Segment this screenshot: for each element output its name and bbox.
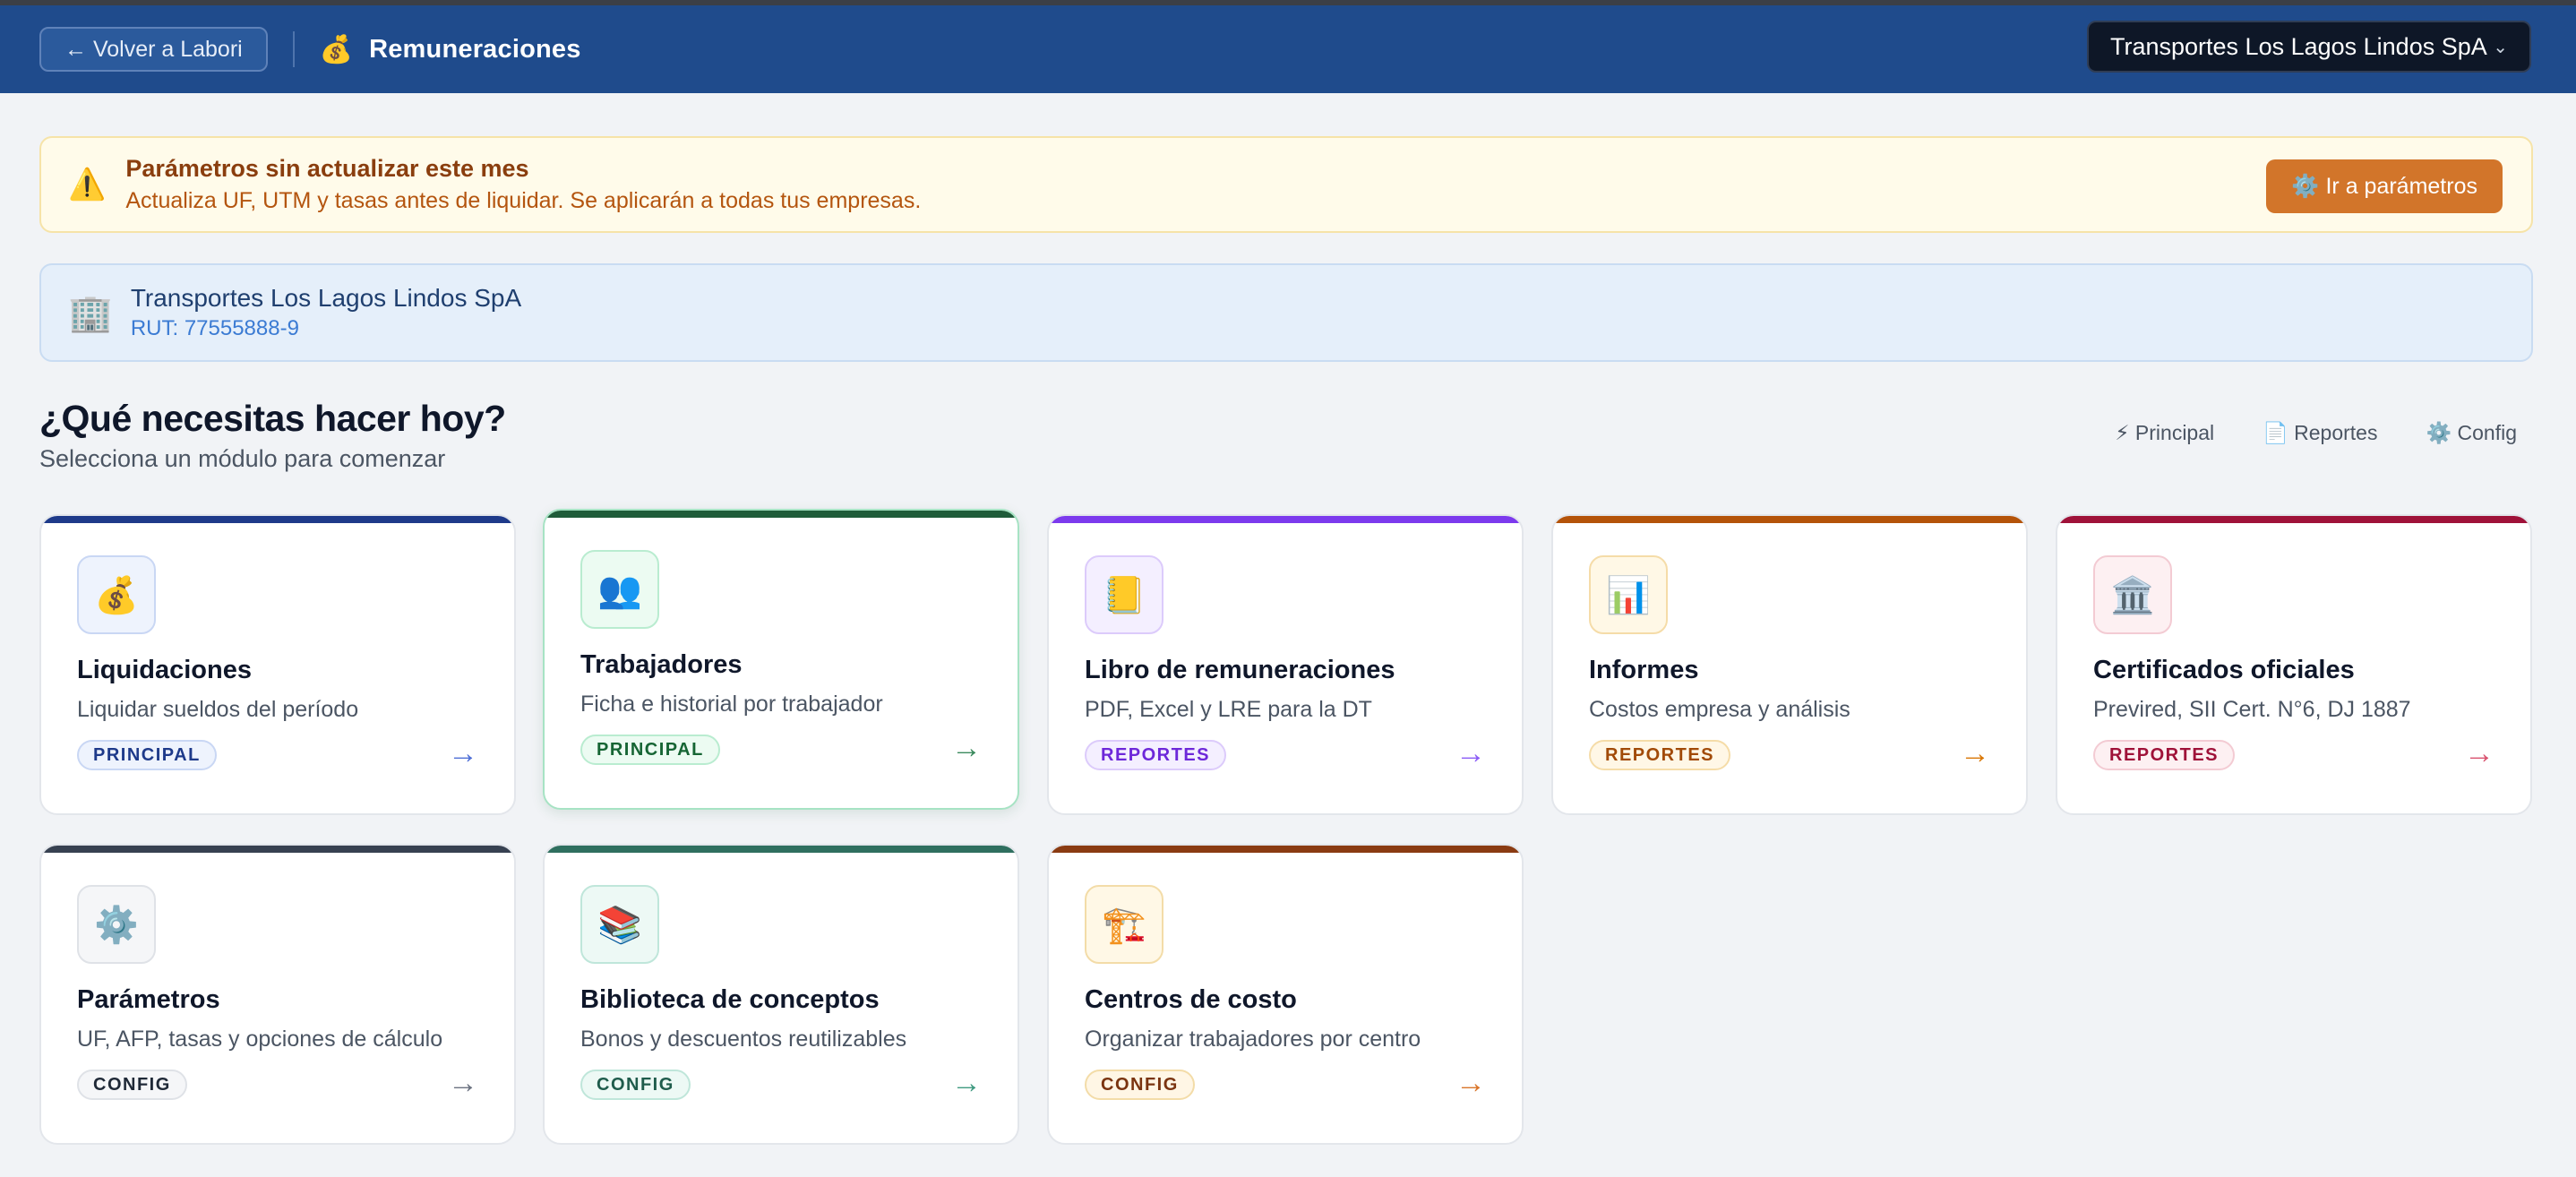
card-description: Organizar trabajadores por centro	[1085, 1027, 1421, 1052]
card-accent-bar	[545, 846, 1018, 853]
money-bag-icon: 💰	[319, 34, 354, 64]
card-description: PDF, Excel y LRE para la DT	[1085, 697, 1372, 722]
money-bag-icon: 💰	[77, 555, 156, 634]
module-card-parametros[interactable]: ⚙️ Parámetros UF, AFP, tasas y opciones …	[39, 844, 516, 1145]
card-title: Informes	[1589, 656, 1699, 684]
module-card-biblioteca[interactable]: 📚 Biblioteca de conceptos Bonos y descue…	[543, 844, 1019, 1145]
company-rut: RUT: 77555888-9	[130, 316, 299, 340]
arrow-right-icon: →	[951, 1066, 982, 1100]
module-card-liquidaciones[interactable]: 💰 Liquidaciones Liquidar sueldos del per…	[39, 514, 516, 815]
card-description: Previred, SII Cert. N°6, DJ 1887	[2093, 697, 2411, 722]
card-description: Liquidar sueldos del período	[77, 697, 359, 722]
card-title: Parámetros	[77, 985, 220, 1014]
card-tag: CONFIG	[77, 1070, 187, 1100]
card-accent-bar	[41, 846, 514, 853]
warning-icon: ⚠️	[68, 168, 107, 202]
card-accent-bar	[1049, 846, 1522, 853]
card-title: Trabajadores	[580, 650, 743, 679]
arrow-right-icon: →	[1960, 736, 1990, 770]
card-description: UF, AFP, tasas y opciones de cálculo	[77, 1027, 443, 1052]
card-title: Biblioteca de conceptos	[580, 985, 880, 1014]
filter-principal[interactable]: ⚡ Principal	[2115, 421, 2214, 445]
card-accent-bar	[41, 516, 514, 523]
books-icon: 📚	[580, 885, 659, 964]
arrow-right-icon: →	[448, 1066, 478, 1100]
go-to-parameters-button[interactable]: ⚙️ Ir a parámetros	[2266, 159, 2503, 213]
module-card-libro-remuneraciones[interactable]: 📒 Libro de remuneraciones PDF, Excel y L…	[1047, 514, 1524, 815]
company-name: Transportes Los Lagos Lindos SpA	[130, 284, 522, 312]
current-company-card: 🏢 Transportes Los Lagos Lindos SpA RUT: …	[39, 263, 2533, 362]
crane-icon: 🏗️	[1085, 885, 1163, 964]
card-title: Certificados oficiales	[2093, 656, 2355, 684]
card-tag: PRINCIPAL	[580, 735, 720, 765]
card-tag: PRINCIPAL	[77, 740, 217, 770]
company-selector-value: Transportes Los Lagos Lindos SpA	[2110, 32, 2487, 60]
card-description: Bonos y descuentos reutilizables	[580, 1027, 907, 1052]
arrow-right-icon: →	[1455, 736, 1486, 770]
institution-icon: 🏛️	[2093, 555, 2172, 634]
ledger-icon: 📒	[1085, 555, 1163, 634]
company-selector[interactable]: Transportes Los Lagos Lindos SpA ⌄	[2087, 21, 2531, 73]
arrow-right-icon: →	[951, 731, 982, 765]
card-description: Costos empresa y análisis	[1589, 697, 1850, 722]
card-tag: CONFIG	[1085, 1070, 1195, 1100]
back-label: ← Volver a Labori	[64, 36, 243, 62]
card-title: Libro de remuneraciones	[1085, 656, 1395, 684]
card-accent-bar	[545, 511, 1018, 518]
page-heading: ¿Qué necesitas hacer hoy? Selecciona un …	[39, 398, 506, 473]
back-to-labori-button[interactable]: ← Volver a Labori	[39, 27, 268, 72]
module-card-centros-costo[interactable]: 🏗️ Centros de costo Organizar trabajador…	[1047, 844, 1524, 1145]
module-card-certificados[interactable]: 🏛️ Certificados oficiales Previred, SII …	[2056, 514, 2532, 815]
alert-title: Parámetros sin actualizar este mes	[125, 155, 529, 182]
card-title: Centros de costo	[1085, 985, 1297, 1014]
filter-reportes[interactable]: 📄 Reportes	[2263, 421, 2377, 445]
page-title: ¿Qué necesitas hacer hoy?	[39, 398, 506, 439]
card-tag: REPORTES	[1589, 740, 1731, 770]
arrow-right-icon: →	[2464, 736, 2494, 770]
module-card-trabajadores[interactable]: 👥 Trabajadores Ficha e historial por tra…	[543, 509, 1019, 810]
module-filters: ⚡ Principal 📄 Reportes ⚙️ Config	[2115, 421, 2517, 445]
card-tag: REPORTES	[1085, 740, 1227, 770]
alert-content: Parámetros sin actualizar este mes Actua…	[125, 155, 921, 214]
page-subtitle: Selecciona un módulo para comenzar	[39, 445, 446, 472]
bar-chart-icon: 📊	[1589, 555, 1668, 634]
go-to-parameters-label: ⚙️ Ir a parámetros	[2291, 173, 2477, 199]
gear-icon: ⚙️	[77, 885, 156, 964]
card-description: Ficha e historial por trabajador	[580, 692, 883, 717]
header-divider	[292, 31, 295, 67]
app-title: Remuneraciones	[369, 34, 581, 64]
card-accent-bar	[2057, 516, 2530, 523]
filter-config[interactable]: ⚙️ Config	[2426, 421, 2517, 445]
card-tag: CONFIG	[580, 1070, 691, 1100]
alert-text: Actualiza UF, UTM y tasas antes de liqui…	[125, 188, 922, 213]
arrow-right-icon: →	[1455, 1066, 1486, 1100]
top-bar: ← Volver a Labori 💰 Remuneraciones Trans…	[0, 5, 2576, 93]
card-accent-bar	[1553, 516, 2026, 523]
card-accent-bar	[1049, 516, 1522, 523]
parameters-alert: ⚠️ Parámetros sin actualizar este mes Ac…	[39, 136, 2533, 233]
chevron-down-icon: ⌄	[2493, 37, 2508, 57]
people-icon: 👥	[580, 550, 659, 629]
card-tag: REPORTES	[2093, 740, 2236, 770]
arrow-right-icon: →	[448, 736, 478, 770]
building-icon: 🏢	[68, 293, 113, 333]
card-title: Liquidaciones	[77, 656, 252, 684]
company-info: Transportes Los Lagos Lindos SpA RUT: 77…	[131, 284, 521, 341]
module-card-informes[interactable]: 📊 Informes Costos empresa y análisis REP…	[1551, 514, 2028, 815]
